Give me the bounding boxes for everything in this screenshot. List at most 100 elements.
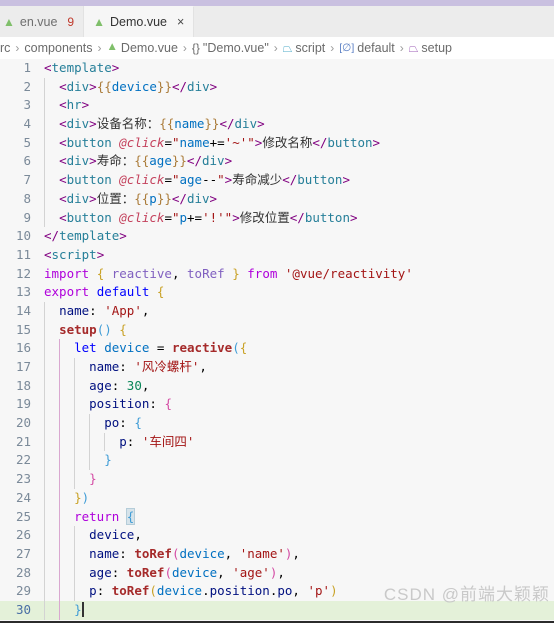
line-content[interactable]: <script> (40, 246, 554, 265)
breadcrumb-item-setup[interactable]: ⏢ setup (409, 41, 452, 55)
breadcrumb-separator-icon: › (399, 41, 404, 55)
code-row[interactable]: 22 } (0, 451, 554, 471)
code-row[interactable]: 3 <hr> (0, 96, 554, 116)
breadcrumb-label: "Demo.vue" (202, 41, 269, 55)
code-row[interactable]: 9 <button @click="p+='!'">修改位置</button> (0, 208, 554, 228)
code-row[interactable]: 6 <div>寿命：{{age}}</div> (0, 152, 554, 172)
editor-tab-bar: ▲ en.vue 9 ▲ Demo.vue × (0, 6, 554, 37)
line-number: 30 (15, 601, 31, 617)
line-content[interactable]: return { (40, 507, 554, 527)
tab-label: Demo.vue (110, 15, 167, 29)
code-row[interactable]: 20 po: { (0, 414, 554, 433)
line-content[interactable]: <div>{{device}}</div> (40, 77, 554, 97)
line-content[interactable]: export default { (40, 283, 554, 302)
code-row[interactable]: 26 device, (0, 526, 554, 545)
line-content[interactable]: p: '车间四' (40, 432, 554, 452)
line-content[interactable]: <div>设备名称：{{name}}</div> (40, 115, 554, 134)
line-content[interactable]: <div>位置：{{p}}</div> (40, 189, 554, 209)
code-row[interactable]: 8 <div>位置：{{p}}</div> (0, 189, 554, 209)
breadcrumb-label: components (24, 41, 93, 55)
code-row[interactable]: 14 name: 'App', (0, 301, 554, 321)
vue-icon: ▲ (93, 15, 105, 29)
line-content[interactable]: <hr> (40, 96, 554, 116)
line-content[interactable]: position: { (40, 395, 554, 415)
code-row[interactable]: 18 age: 30, (0, 376, 554, 396)
code-row[interactable]: 10 </template> (0, 227, 554, 246)
line-content[interactable]: <button @click="p+='!'">修改位置</button> (40, 208, 554, 228)
breadcrumb-label: script (295, 41, 326, 55)
line-content[interactable]: name: toRef(device, 'name'), (40, 544, 554, 564)
code-row[interactable]: 7 <button @click="age--">寿命减少</button> (0, 171, 554, 190)
text-cursor (81, 601, 84, 617)
line-content[interactable]: }) (40, 488, 554, 508)
breadcrumb-separator-icon: › (97, 41, 102, 55)
line-number: 19 (15, 396, 31, 412)
line-content[interactable]: <button @click="age--">寿命减少</button> (40, 171, 554, 190)
code-row[interactable]: 21 p: '车间四' (0, 432, 554, 452)
code-lines[interactable]: 1 <template> 2 <div>{{device}}</div> 3 <… (0, 59, 554, 620)
line-content[interactable]: <button @click="name+='~'">修改名称</button> (40, 133, 554, 153)
code-row[interactable]: 4 <div>设备名称：{{name}}</div> (0, 115, 554, 134)
tab-label: en.vue (19, 14, 58, 29)
line-number: 11 (15, 246, 31, 262)
code-row[interactable]: 2 <div>{{device}}</div> (0, 77, 554, 97)
code-row[interactable]: 27 name: toRef(device, 'name'), (0, 544, 554, 564)
code-row[interactable]: 5 <button @click="name+='~'">修改名称</butto… (0, 133, 554, 153)
line-number: 21 (15, 433, 31, 449)
breadcrumb-item-rc[interactable]: rc (0, 41, 10, 55)
code-editor[interactable]: 1 <template> 2 <div>{{device}}</div> 3 <… (0, 59, 554, 623)
line-number: 28 (15, 564, 31, 580)
braces-icon: {} (191, 41, 200, 55)
line-number: 7 (23, 172, 31, 188)
tab-demo-vue[interactable]: ▲ Demo.vue × (84, 6, 195, 37)
code-row[interactable]: 16 let device = reactive({ (0, 339, 554, 359)
line-content[interactable]: } (40, 470, 554, 489)
line-content[interactable]: <div>寿命：{{age}}</div> (40, 152, 554, 172)
line-content[interactable]: <template> (40, 59, 554, 78)
line-number: 24 (15, 489, 31, 505)
code-row[interactable]: 11 <script> (0, 246, 554, 265)
breadcrumb-separator-icon: › (330, 41, 335, 55)
line-content[interactable]: import { reactive, toRef } from '@vue/re… (40, 265, 554, 284)
code-row[interactable]: 24 }) (0, 488, 554, 508)
line-content[interactable]: setup() { (40, 320, 554, 340)
code-row[interactable]: 1 <template> (0, 59, 554, 78)
line-content[interactable]: name: '风冷螺杆', (40, 358, 554, 377)
breadcrumb-item-demo-vue[interactable]: ▲ Demo.vue (107, 41, 178, 55)
breadcrumb-item-script[interactable]: ⏢ script (283, 41, 325, 55)
tab-error-badge: 9 (67, 14, 75, 29)
line-content[interactable]: age: 30, (40, 376, 554, 396)
breadcrumb-item-demo-vue-symbol[interactable]: {} "Demo.vue" (192, 41, 269, 55)
code-row-active[interactable]: 30 } (0, 600, 554, 620)
breadcrumb-item-default[interactable]: [∅] default (339, 41, 395, 55)
line-content[interactable]: </template> (40, 227, 554, 246)
cube-icon: ⏢ (408, 41, 419, 55)
line-content[interactable]: } (40, 600, 554, 620)
line-content[interactable]: name: 'App', (40, 301, 554, 321)
tab-en-vue[interactable]: ▲ en.vue 9 (0, 6, 85, 37)
code-row[interactable]: 13 export default { (0, 283, 554, 302)
code-row[interactable]: 29 p: toRef(device.position.po, 'p') (0, 582, 554, 601)
line-number: 2 (23, 78, 31, 94)
line-content[interactable]: } (40, 451, 554, 471)
close-icon[interactable]: × (177, 15, 184, 29)
code-row[interactable]: 25 return { (0, 507, 554, 527)
line-content[interactable]: device, (40, 526, 554, 545)
line-number: 6 (23, 153, 31, 169)
breadcrumb-item-components[interactable]: components (24, 41, 92, 55)
code-row[interactable]: 28 age: toRef(device, 'age'), (0, 563, 554, 583)
code-row[interactable]: 23 } (0, 470, 554, 489)
line-content[interactable]: let device = reactive({ (40, 339, 554, 359)
line-number: 4 (23, 116, 31, 132)
line-number: 27 (15, 545, 31, 561)
line-content[interactable]: po: { (40, 414, 554, 433)
code-row[interactable]: 15 setup() { (0, 320, 554, 340)
code-row[interactable]: 19 position: { (0, 395, 554, 415)
line-content[interactable]: p: toRef(device.position.po, 'p') (40, 582, 554, 601)
line-number: 22 (15, 452, 31, 468)
line-content[interactable]: age: toRef(device, 'age'), (40, 563, 554, 583)
vue-icon: ▲ (106, 41, 118, 54)
code-row[interactable]: 17 name: '风冷螺杆', (0, 358, 554, 377)
line-number: 12 (15, 265, 31, 281)
code-row[interactable]: 12 import { reactive, toRef } from '@vue… (0, 265, 554, 284)
